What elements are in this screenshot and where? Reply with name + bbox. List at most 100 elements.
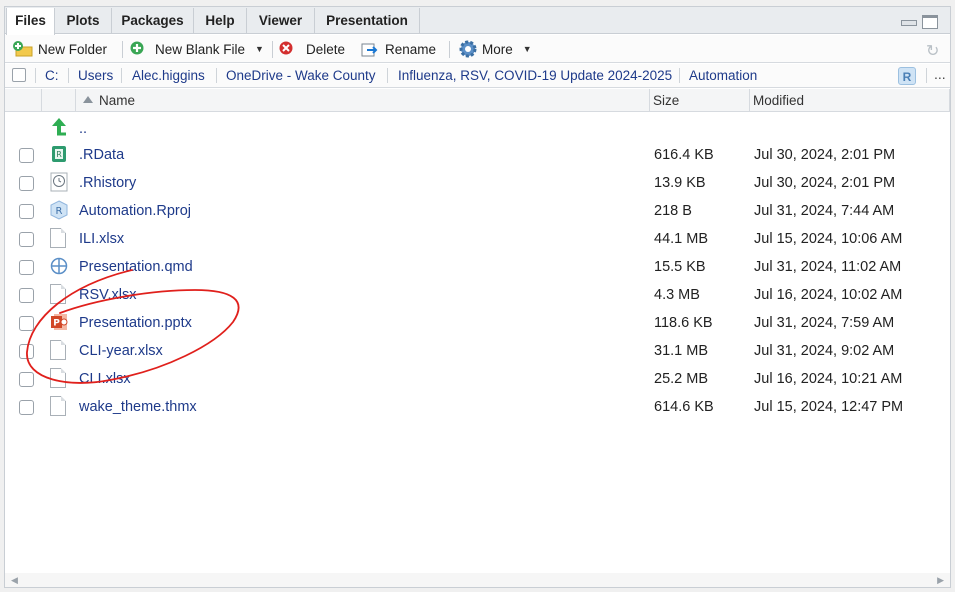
toolbar: New Folder New Blank File ▼ Delete Renam	[5, 35, 950, 63]
breadcrumb: C: Users Alec.higgins OneDrive - Wake Co…	[5, 64, 950, 88]
row-checkbox[interactable]	[19, 316, 34, 331]
new-folder-label: New Folder	[38, 41, 108, 57]
row-checkbox[interactable]	[19, 232, 34, 247]
tab-help[interactable]: Help	[194, 8, 247, 34]
powerpoint-icon: P	[51, 314, 68, 330]
quarto-icon	[50, 257, 68, 275]
rdata-icon: R	[52, 146, 66, 162]
minimize-icon[interactable]	[900, 15, 917, 27]
column-name[interactable]: Name	[99, 93, 135, 108]
file-link[interactable]: .Rhistory	[79, 175, 136, 191]
file-icon	[50, 340, 66, 360]
breadcrumb-item[interactable]: Influenza, RSV, COVID-19 Update 2024-202…	[398, 68, 672, 83]
file-link[interactable]: Presentation.pptx	[79, 315, 192, 331]
file-size: 118.6 KB	[654, 315, 713, 331]
file-link[interactable]: CLI.xlsx	[79, 371, 131, 387]
file-link[interactable]: RSV.xlsx	[79, 287, 136, 303]
breadcrumb-item[interactable]: Users	[78, 68, 113, 83]
select-all-checkbox[interactable]	[12, 68, 26, 82]
row-checkbox[interactable]	[19, 260, 34, 275]
file-icon	[50, 284, 66, 304]
table-row[interactable]: .Rhistory 13.9 KB Jul 30, 2024, 2:01 PM	[5, 169, 950, 197]
column-modified[interactable]: Modified	[753, 93, 804, 108]
gear-icon	[459, 40, 477, 58]
row-checkbox[interactable]	[19, 372, 34, 387]
rproj-icon: R	[50, 200, 68, 220]
table-row[interactable]: ILI.xlsx 44.1 MB Jul 15, 2024, 10:06 AM	[5, 225, 950, 253]
table-row[interactable]: wake_theme.thmx 614.6 KB Jul 15, 2024, 1…	[5, 393, 950, 421]
breadcrumb-item[interactable]: C:	[45, 68, 59, 83]
parent-dir-link[interactable]: ..	[79, 121, 87, 137]
table-row[interactable]: R .RData 616.4 KB Jul 30, 2024, 2:01 PM	[5, 141, 950, 169]
more-button[interactable]: More ▼	[458, 39, 532, 59]
file-icon	[50, 396, 66, 416]
scroll-right-icon[interactable]: ▶	[937, 575, 944, 586]
delete-button[interactable]: Delete	[278, 39, 345, 59]
file-modified: Jul 16, 2024, 10:21 AM	[754, 371, 903, 387]
rename-button[interactable]: Rename	[361, 39, 436, 59]
table-row[interactable]: CLI-year.xlsx 31.1 MB Jul 31, 2024, 9:02…	[5, 337, 950, 365]
row-checkbox[interactable]	[19, 148, 34, 163]
file-size: 13.9 KB	[654, 175, 706, 191]
file-icon	[50, 368, 66, 388]
table-row[interactable]: P Presentation.pptx 118.6 KB Jul 31, 202…	[5, 309, 950, 337]
scroll-left-icon[interactable]: ◀	[11, 575, 18, 586]
file-size: 616.4 KB	[654, 147, 714, 163]
horizontal-scrollbar[interactable]: ◀ ▶	[5, 573, 950, 587]
row-checkbox[interactable]	[19, 344, 34, 359]
breadcrumb-item[interactable]: OneDrive - Wake County	[226, 68, 376, 83]
rename-icon	[361, 43, 378, 57]
delete-icon	[279, 41, 293, 55]
new-blank-file-label: New Blank File	[155, 41, 246, 57]
refresh-icon[interactable]: ↻	[926, 41, 939, 61]
row-checkbox[interactable]	[19, 400, 34, 415]
chevron-down-icon: ▼	[522, 44, 532, 54]
table-row[interactable]: R Automation.Rproj 218 B Jul 31, 2024, 7…	[5, 197, 950, 225]
tab-presentation[interactable]: Presentation	[315, 8, 420, 34]
delete-label: Delete	[306, 41, 346, 57]
table-row[interactable]: RSV.xlsx 4.3 MB Jul 16, 2024, 10:02 AM	[5, 281, 950, 309]
parent-dir-row[interactable]: ..	[5, 113, 950, 141]
maximize-icon[interactable]	[922, 15, 938, 29]
up-arrow-icon	[52, 118, 66, 136]
table-row[interactable]: CLI.xlsx 25.2 MB Jul 16, 2024, 10:21 AM	[5, 365, 950, 393]
file-modified: Jul 31, 2024, 11:02 AM	[754, 259, 902, 275]
new-blank-file-button[interactable]: New Blank File ▼	[129, 39, 264, 59]
new-folder-button[interactable]: New Folder	[12, 39, 107, 59]
file-modified: Jul 15, 2024, 10:06 AM	[754, 231, 903, 247]
add-file-icon	[130, 41, 144, 55]
tab-plots[interactable]: Plots	[55, 8, 112, 34]
row-checkbox[interactable]	[19, 288, 34, 303]
file-modified: Jul 31, 2024, 9:02 AM	[754, 343, 895, 359]
file-modified: Jul 15, 2024, 12:47 PM	[754, 399, 904, 415]
file-size: 4.3 MB	[654, 287, 700, 303]
svg-text:R: R	[56, 150, 62, 159]
new-folder-icon	[13, 41, 33, 57]
tab-files[interactable]: Files	[6, 8, 55, 35]
sort-ascending-icon	[83, 96, 93, 103]
file-modified: Jul 31, 2024, 7:44 AM	[754, 203, 895, 219]
tab-packages[interactable]: Packages	[112, 8, 194, 34]
files-pane: Files Plots Packages Help Viewer Present…	[4, 6, 951, 588]
column-size[interactable]: Size	[653, 93, 679, 108]
breadcrumb-item-current[interactable]: Automation	[689, 68, 757, 83]
file-link[interactable]: ILI.xlsx	[79, 231, 124, 247]
more-options-button[interactable]: ...	[934, 66, 946, 82]
file-link[interactable]: .RData	[79, 147, 124, 163]
file-link[interactable]: Presentation.qmd	[79, 259, 193, 275]
breadcrumb-item[interactable]: Alec.higgins	[132, 68, 205, 83]
file-link[interactable]: Automation.Rproj	[79, 203, 191, 219]
row-checkbox[interactable]	[19, 176, 34, 191]
chevron-down-icon: ▼	[255, 44, 264, 54]
file-link[interactable]: wake_theme.thmx	[79, 399, 197, 415]
file-size: 218 B	[654, 203, 692, 219]
file-modified: Jul 31, 2024, 7:59 AM	[754, 315, 895, 331]
file-size: 25.2 MB	[654, 371, 708, 387]
file-modified: Jul 16, 2024, 10:02 AM	[754, 287, 903, 303]
tab-viewer[interactable]: Viewer	[247, 8, 315, 34]
table-row[interactable]: Presentation.qmd 15.5 KB Jul 31, 2024, 1…	[5, 253, 950, 281]
rename-label: Rename	[385, 41, 437, 57]
file-link[interactable]: CLI-year.xlsx	[79, 343, 163, 359]
rproj-icon[interactable]: R	[898, 67, 916, 85]
row-checkbox[interactable]	[19, 204, 34, 219]
